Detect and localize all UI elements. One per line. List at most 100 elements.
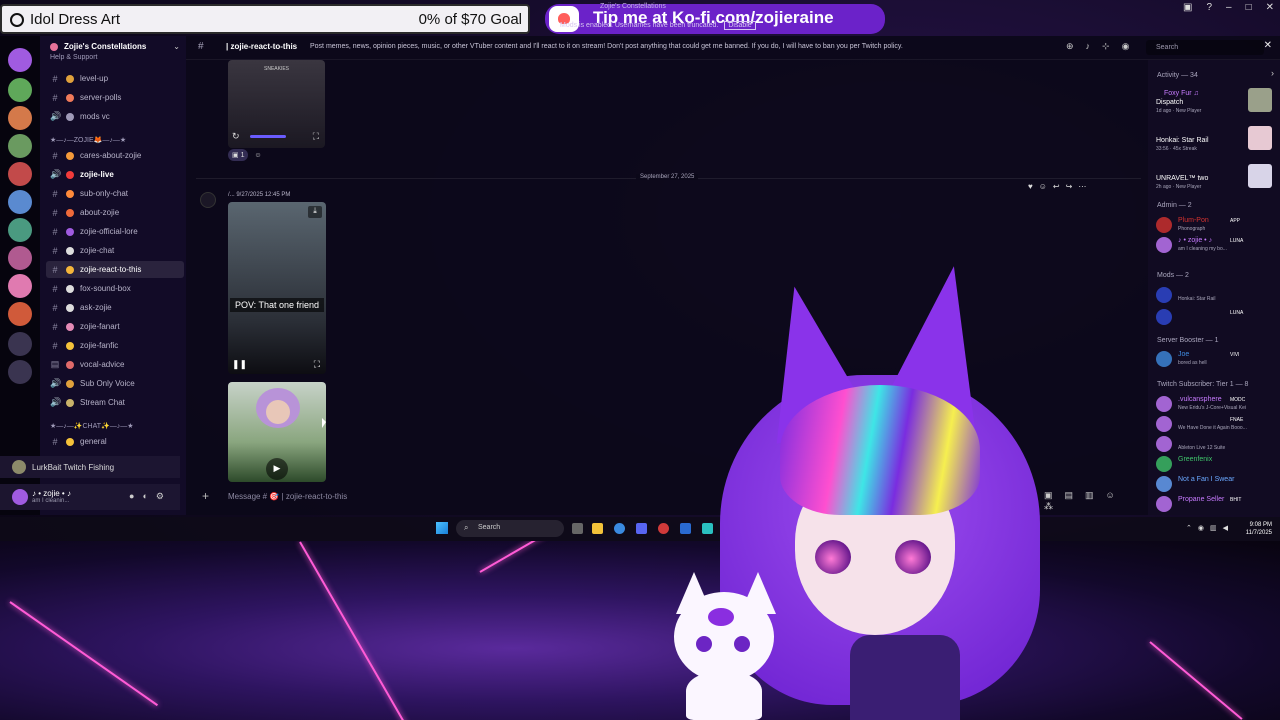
gear-icon[interactable]: ⚙ bbox=[156, 491, 172, 501]
server-icon[interactable] bbox=[8, 190, 32, 214]
channel-item[interactable]: # about-zojie bbox=[46, 204, 184, 221]
channel-item[interactable]: # level-up bbox=[46, 70, 184, 87]
channel-item[interactable]: # sub-only-chat bbox=[46, 185, 184, 202]
reply-icon[interactable]: ↩ bbox=[1053, 182, 1066, 191]
avatar[interactable] bbox=[200, 192, 216, 208]
member-name[interactable]: Greenfenix bbox=[1178, 456, 1212, 463]
channel-item[interactable]: # zojie-fanfic bbox=[46, 337, 184, 354]
gif-icon[interactable]: ▤ bbox=[1065, 490, 1086, 500]
reaction[interactable]: ▣ 1 bbox=[228, 149, 249, 161]
avatar[interactable] bbox=[1156, 476, 1172, 492]
activity-thumbnail[interactable] bbox=[1248, 88, 1272, 112]
file-explorer-icon[interactable] bbox=[592, 523, 603, 534]
activity-thumbnail[interactable] bbox=[1248, 126, 1272, 150]
pause-icon[interactable]: ❚❚ bbox=[232, 359, 247, 370]
avatar[interactable] bbox=[1156, 456, 1172, 472]
activity-card[interactable]: LurkBait Twitch Fishing bbox=[0, 456, 180, 478]
channel-item[interactable]: # zojie-fanart bbox=[46, 318, 184, 335]
avatar[interactable] bbox=[1156, 217, 1172, 233]
more-icon[interactable]: ⋯ bbox=[1078, 182, 1092, 191]
obs-icon[interactable] bbox=[658, 523, 669, 534]
server-icon[interactable] bbox=[8, 162, 32, 186]
channel-item[interactable]: # ask-zojie bbox=[46, 299, 184, 316]
channel-item[interactable]: # zojie-official-lore bbox=[46, 223, 184, 240]
close-icon[interactable]: ✕ bbox=[1266, 2, 1274, 16]
download-icon[interactable]: ⤓ bbox=[308, 206, 322, 218]
channel-item[interactable]: ▤ vocal-advice bbox=[46, 356, 184, 373]
activity-user[interactable]: Foxy Fur ♫ bbox=[1164, 90, 1199, 97]
bell-icon[interactable]: ♪ bbox=[1086, 41, 1103, 51]
play-icon[interactable]: ▶ bbox=[266, 458, 288, 480]
message-input[interactable]: Message # 🎯 | zojie-react-to-this bbox=[228, 492, 347, 501]
avatar[interactable] bbox=[1156, 396, 1172, 412]
chevron-up-icon[interactable]: ⌃ bbox=[1186, 525, 1198, 532]
member-name[interactable]: .vulcansphere bbox=[1178, 396, 1222, 403]
channel-item[interactable]: 🔊 mods vc bbox=[46, 108, 184, 125]
server-icon[interactable] bbox=[8, 218, 32, 242]
member-name[interactable]: Joe bbox=[1178, 351, 1189, 358]
server-icon[interactable] bbox=[8, 106, 32, 130]
avatar[interactable] bbox=[12, 489, 28, 505]
help-icon[interactable]: ? bbox=[1206, 2, 1212, 16]
avatar[interactable] bbox=[1156, 309, 1172, 325]
pin-icon[interactable]: ⊹ bbox=[1102, 41, 1122, 51]
video-attachment[interactable]: ⤓ POV: That one friend ❚❚ ⛶ bbox=[228, 202, 326, 374]
channel-item[interactable]: # general bbox=[46, 433, 184, 450]
channel-item[interactable]: # server-polls bbox=[46, 89, 184, 106]
add-server-icon[interactable] bbox=[8, 332, 32, 356]
emoji-icon[interactable]: ☺ bbox=[1106, 490, 1127, 500]
replay-icon[interactable]: ↻ bbox=[232, 131, 240, 142]
minimize-icon[interactable]: – bbox=[1226, 2, 1232, 16]
inbox-icon[interactable]: ▣ bbox=[1183, 2, 1192, 16]
avatar[interactable] bbox=[1156, 287, 1172, 303]
server-icon[interactable] bbox=[8, 48, 32, 72]
video-attachment[interactable]: SNEAKIES ↻ ⛶ bbox=[228, 60, 325, 148]
channel-item[interactable]: 🔊 Sub Only Voice bbox=[46, 375, 184, 392]
headphones-icon[interactable]: ◐ bbox=[142, 491, 155, 501]
volume-icon[interactable]: ◀ bbox=[1223, 525, 1234, 532]
disable-button[interactable]: Disable bbox=[724, 21, 756, 30]
server-icon[interactable] bbox=[8, 134, 32, 158]
taskbar-search[interactable]: ⌕ Search bbox=[456, 520, 564, 537]
video-attachment[interactable]: ▶ bbox=[228, 382, 326, 482]
members-icon[interactable]: ◉ bbox=[1122, 41, 1142, 51]
channel-item[interactable]: 🔊 zojie-live bbox=[46, 166, 184, 183]
member-name[interactable]: ♪ • zojie • ♪ bbox=[1178, 237, 1212, 244]
mic-icon[interactable]: ● bbox=[129, 491, 142, 501]
emoji-icon[interactable]: ☺ bbox=[1039, 182, 1053, 191]
category-chat[interactable]: ★—♪—✨CHAT✨—♪—★ bbox=[50, 422, 134, 430]
category-zojie[interactable]: ★—♪—ZOJIE🦊—♪—★ bbox=[50, 136, 126, 144]
avatar[interactable] bbox=[1156, 351, 1172, 367]
avatar[interactable] bbox=[1156, 237, 1172, 253]
fullscreen-icon[interactable]: ⛶ bbox=[314, 359, 320, 370]
steam-icon[interactable] bbox=[680, 523, 691, 534]
avatar[interactable] bbox=[1156, 416, 1172, 432]
member-name[interactable]: Not a Fan I Swear bbox=[1178, 476, 1234, 483]
video-progress[interactable] bbox=[250, 135, 286, 138]
heart-icon[interactable]: ♥ bbox=[1028, 182, 1039, 191]
channel-item[interactable]: # cares-about-zojie bbox=[46, 147, 184, 164]
avatar[interactable] bbox=[1156, 436, 1172, 452]
server-icon[interactable] bbox=[8, 274, 32, 298]
add-reaction-icon[interactable]: ☺ bbox=[254, 152, 261, 159]
task-view-icon[interactable] bbox=[572, 523, 583, 534]
location-icon[interactable]: ◉ bbox=[1198, 525, 1210, 532]
sticker-icon[interactable]: ▥ bbox=[1085, 490, 1106, 500]
member-name[interactable]: Propane Seller bbox=[1178, 496, 1224, 503]
close-icon[interactable]: ✕ bbox=[1264, 40, 1272, 51]
activity-thumbnail[interactable] bbox=[1248, 164, 1272, 188]
server-icon[interactable] bbox=[8, 78, 32, 102]
channel-item[interactable]: # zojie-chat bbox=[46, 242, 184, 259]
server-icon[interactable] bbox=[8, 246, 32, 270]
avatar[interactable] bbox=[1156, 496, 1172, 512]
discord-icon[interactable] bbox=[636, 523, 647, 534]
maximize-icon[interactable]: □ bbox=[1246, 2, 1252, 16]
channel-item[interactable]: # fox-sound-box bbox=[46, 280, 184, 297]
channel-item[interactable]: # zojie-react-to-this bbox=[46, 261, 184, 278]
threads-icon[interactable]: ⊕ bbox=[1066, 41, 1086, 51]
discover-icon[interactable] bbox=[8, 360, 32, 384]
channel-item[interactable]: 🔊 Stream Chat bbox=[46, 394, 184, 411]
author-name[interactable]: /... bbox=[228, 192, 235, 198]
windows-start-icon[interactable] bbox=[436, 522, 448, 534]
search-input[interactable]: Search bbox=[1146, 40, 1264, 55]
